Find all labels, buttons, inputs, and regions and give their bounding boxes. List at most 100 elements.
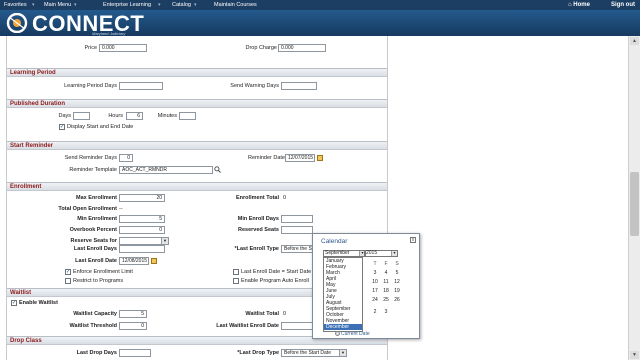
nav-favorites[interactable]: Favorites	[4, 2, 27, 8]
waitlist-capacity-label: Waitlist Capacity	[73, 311, 117, 317]
max-enrollment-field[interactable]: 20	[119, 194, 165, 202]
close-icon[interactable]: x	[410, 237, 416, 243]
waitlist-capacity-field[interactable]: 5	[119, 310, 147, 318]
search-icon[interactable]	[214, 166, 221, 173]
nav-catalog[interactable]: Catalog	[172, 2, 191, 8]
calendar-day[interactable]: 10	[371, 279, 379, 285]
price-label: Price	[84, 45, 97, 51]
scroll-up-arrow-icon[interactable]: ▲	[630, 37, 639, 45]
min-enroll-days-field[interactable]	[281, 215, 313, 223]
nav-separator: ▾	[194, 2, 197, 8]
enable-waitlist-checkbox[interactable]: ✓	[11, 300, 17, 306]
calendar-day-header: F	[384, 261, 388, 267]
overbook-percent-label: Overbook Percent	[69, 227, 117, 233]
enrollment-header: Enrollment	[7, 182, 387, 191]
calendar-day[interactable]: 25	[382, 297, 390, 303]
connect-logo-icon	[6, 13, 28, 33]
reserved-seats-field[interactable]	[281, 226, 313, 234]
duration-hours-field[interactable]: 6	[126, 112, 143, 120]
price-field[interactable]: 0.000	[99, 44, 147, 52]
calendar-day[interactable]: 17	[371, 288, 379, 294]
restrict-programs-checkbox[interactable]	[65, 278, 71, 284]
calendar-day[interactable]: 4	[382, 270, 390, 276]
reserve-seats-for-select[interactable]: ▼	[119, 237, 169, 245]
scroll-down-arrow-icon[interactable]: ▼	[630, 351, 639, 359]
reminder-date-label: Reminder Date	[248, 155, 285, 161]
reminder-template-label: Reminder Template	[69, 167, 117, 173]
last-enroll-type-label: *Last Enroll Type	[234, 246, 279, 252]
enforce-enrollment-label: Enforce Enrollment Limit	[73, 269, 133, 275]
calendar-day[interactable]: 26	[393, 297, 401, 303]
last-enroll-date-calendar-icon[interactable]	[151, 258, 157, 264]
duration-days-field[interactable]	[73, 112, 90, 120]
chevron-down-icon: ▼	[391, 251, 397, 256]
scroll-thumb[interactable]	[630, 172, 639, 236]
enroll-date-start-checkbox[interactable]	[233, 269, 239, 275]
header-banner: CONNECT Maryland Judiciary	[0, 10, 640, 36]
calendar-month-select[interactable]: September ▼	[323, 250, 366, 257]
calendar-day[interactable]: 3	[371, 270, 379, 276]
home-icon: ⌂	[568, 2, 572, 8]
overbook-percent-field[interactable]: 0	[119, 226, 165, 234]
published-duration-header: Published Duration	[7, 99, 387, 108]
learning-period-header: Learning Period	[7, 68, 387, 77]
last-drop-type-label: *Last Drop Type	[237, 350, 279, 356]
nav-maintain-courses[interactable]: Maintain Courses	[214, 2, 257, 8]
month-dropdown-list: January February March April May June Ju…	[323, 257, 363, 332]
last-enroll-date-field[interactable]: 12/08/2015	[119, 257, 149, 265]
home-link[interactable]: ⌂ Home	[568, 2, 590, 8]
duration-minutes-field[interactable]	[179, 112, 196, 120]
min-enrollment-field[interactable]: 5	[119, 215, 165, 223]
send-warning-days-field[interactable]	[281, 82, 317, 90]
sign-out-link[interactable]: Sign out	[611, 2, 635, 8]
last-drop-days-field[interactable]	[119, 349, 151, 357]
calendar-day[interactable]: 12	[393, 279, 401, 285]
month-option-selected[interactable]: December	[324, 324, 362, 330]
last-enroll-date-label: Last Enroll Date	[75, 258, 117, 264]
program-auto-enroll-checkbox[interactable]	[233, 278, 239, 284]
nav-separator: ▾	[32, 2, 35, 8]
last-waitlist-date-field[interactable]	[281, 322, 315, 330]
right-blank-area	[388, 36, 628, 360]
chevron-down-icon: ▼	[339, 350, 346, 356]
start-reminder-header: Start Reminder	[7, 141, 387, 150]
calendar-day-header: S	[395, 261, 399, 267]
last-drop-days-label: Last Drop Days	[76, 350, 117, 356]
calendar-popup: Calendar x September ▼ 2015 ▼ T F S 3 4 …	[312, 233, 420, 339]
vertical-scrollbar[interactable]: ▲ ▼	[628, 36, 640, 360]
calendar-year-select[interactable]: 2015 ▼	[364, 250, 398, 257]
waitlist-total-value: 0	[283, 311, 287, 317]
reserved-seats-label: Reserved Seats	[238, 227, 279, 233]
program-auto-enroll-label: Enable Program Auto Enroll	[241, 278, 309, 284]
display-dates-checkbox[interactable]: ✓	[59, 124, 65, 130]
duration-minutes-label: Minutes	[157, 113, 177, 119]
calendar-day[interactable]: 19	[393, 288, 401, 294]
reminder-date-calendar-icon[interactable]	[317, 155, 323, 161]
display-dates-label: Display Start and End Date	[67, 124, 134, 130]
send-reminder-days-field[interactable]: 0	[119, 154, 133, 162]
nav-enterprise-learning[interactable]: Enterprise Learning	[103, 2, 151, 8]
calendar-day[interactable]: 11	[382, 279, 390, 285]
nav-main-menu[interactable]: Main Menu	[44, 2, 71, 8]
drop-charge-field[interactable]: 0.000	[278, 44, 326, 52]
calendar-day[interactable]: 18	[382, 288, 390, 294]
learning-period-days-field[interactable]	[119, 82, 163, 90]
enroll-date-start-label: Last Enroll Date = Start Date	[241, 269, 312, 275]
reminder-template-field[interactable]: AOC_ACT_RMNDR	[119, 166, 213, 174]
enable-waitlist-label: Enable Waitlist	[19, 300, 58, 306]
calendar-day[interactable]: 5	[393, 270, 401, 276]
last-enroll-days-label: Last Enroll Days	[73, 246, 117, 252]
reminder-date-field[interactable]: 12/07/2015	[285, 154, 315, 162]
calendar-day[interactable]: 24	[371, 297, 379, 303]
nav-separator: ▾	[158, 2, 161, 8]
last-drop-type-select[interactable]: Before the Start Date ▼	[281, 349, 347, 357]
current-date-link[interactable]: Current Date	[341, 331, 370, 337]
calendar-prev-icon[interactable]	[335, 331, 340, 336]
send-reminder-days-label: Send Reminder Days	[64, 155, 117, 161]
duration-hours-label: Hours	[108, 113, 123, 119]
calendar-day[interactable]: 2	[371, 309, 379, 315]
waitlist-threshold-field[interactable]: 0	[119, 322, 147, 330]
last-enroll-days-field[interactable]	[119, 245, 165, 253]
calendar-day[interactable]: 3	[382, 309, 390, 315]
enforce-enrollment-checkbox[interactable]: ✓	[65, 269, 71, 275]
